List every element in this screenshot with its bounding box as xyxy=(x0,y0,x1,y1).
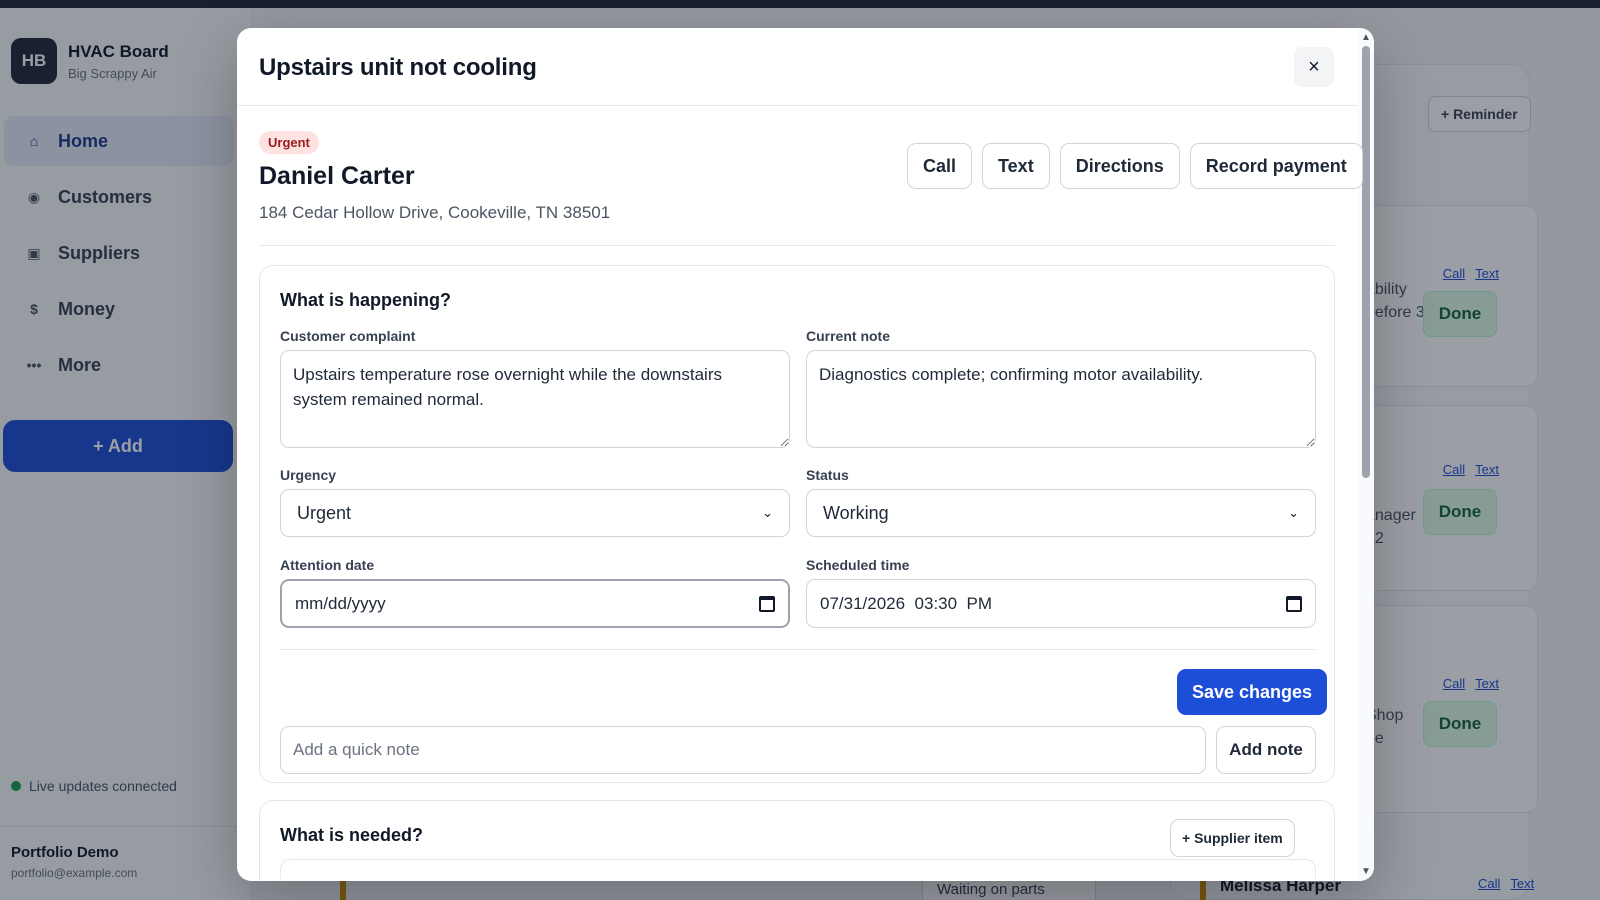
scroll-up-icon[interactable]: ▲ xyxy=(1361,32,1371,43)
add-note-button[interactable]: Add note xyxy=(1216,726,1316,774)
call-button[interactable]: Call xyxy=(907,143,973,189)
close-icon: × xyxy=(1308,55,1320,78)
current-note-label: Current note xyxy=(806,328,890,344)
divider xyxy=(280,649,1316,650)
status-select[interactable]: Working ⌄ xyxy=(806,489,1316,537)
save-changes-button[interactable]: Save changes xyxy=(1177,669,1328,715)
chevron-down-icon: ⌄ xyxy=(762,505,773,520)
urgency-badge: Urgent xyxy=(259,131,319,154)
calendar-icon[interactable] xyxy=(1286,595,1302,612)
scheduled-time-value: 07/31/2026 03:30 PM xyxy=(820,593,993,613)
attention-date-placeholder: mm/dd/yyyy xyxy=(295,593,386,613)
scheduled-time-label: Scheduled time xyxy=(806,557,910,573)
urgency-select[interactable]: Urgent ⌄ xyxy=(280,489,790,537)
needed-list xyxy=(280,859,1316,879)
current-note-field[interactable]: Diagnostics complete; confirming motor a… xyxy=(806,350,1316,448)
text-button[interactable]: Text xyxy=(982,143,1050,189)
complaint-label: Customer complaint xyxy=(280,328,416,344)
chevron-down-icon: ⌄ xyxy=(1288,505,1299,520)
section-title: What is needed? xyxy=(280,825,424,845)
quick-note-input[interactable] xyxy=(280,726,1206,774)
section-title: What is happening? xyxy=(280,290,451,310)
job-detail-modal: Upstairs unit not cooling × ▲ ▼ Urgent D… xyxy=(237,28,1374,881)
scrollbar-thumb[interactable] xyxy=(1362,46,1370,478)
urgency-label: Urgency xyxy=(280,467,337,483)
customer-name: Daniel Carter xyxy=(259,162,415,190)
directions-button[interactable]: Directions xyxy=(1059,143,1180,189)
attention-date-input[interactable]: mm/dd/yyyy xyxy=(280,579,790,628)
scheduled-time-input[interactable]: 07/31/2026 03:30 PM xyxy=(806,579,1316,628)
record-payment-button[interactable]: Record payment xyxy=(1189,143,1363,189)
scroll-down-icon[interactable]: ▼ xyxy=(1361,866,1371,877)
modal-title: Upstairs unit not cooling xyxy=(259,54,537,81)
status-label: Status xyxy=(806,467,849,483)
add-supplier-item-button[interactable]: + Supplier item xyxy=(1170,819,1295,857)
status-value: Working xyxy=(823,502,889,523)
happening-section: What is happening? Customer complaint Up… xyxy=(259,265,1335,783)
divider xyxy=(259,245,1335,246)
complaint-field[interactable]: Upstairs temperature rose overnight whil… xyxy=(280,350,790,448)
modal-header: Upstairs unit not cooling × xyxy=(237,28,1357,106)
calendar-icon[interactable] xyxy=(759,595,775,612)
customer-actions: Call Text Directions Record payment xyxy=(897,143,1363,189)
close-button[interactable]: × xyxy=(1294,47,1334,87)
urgency-value: Urgent xyxy=(297,502,352,523)
customer-address: 184 Cedar Hollow Drive, Cookeville, TN 3… xyxy=(259,203,611,222)
needed-section: What is needed? + Supplier item xyxy=(259,800,1335,881)
attention-date-label: Attention date xyxy=(280,557,375,573)
